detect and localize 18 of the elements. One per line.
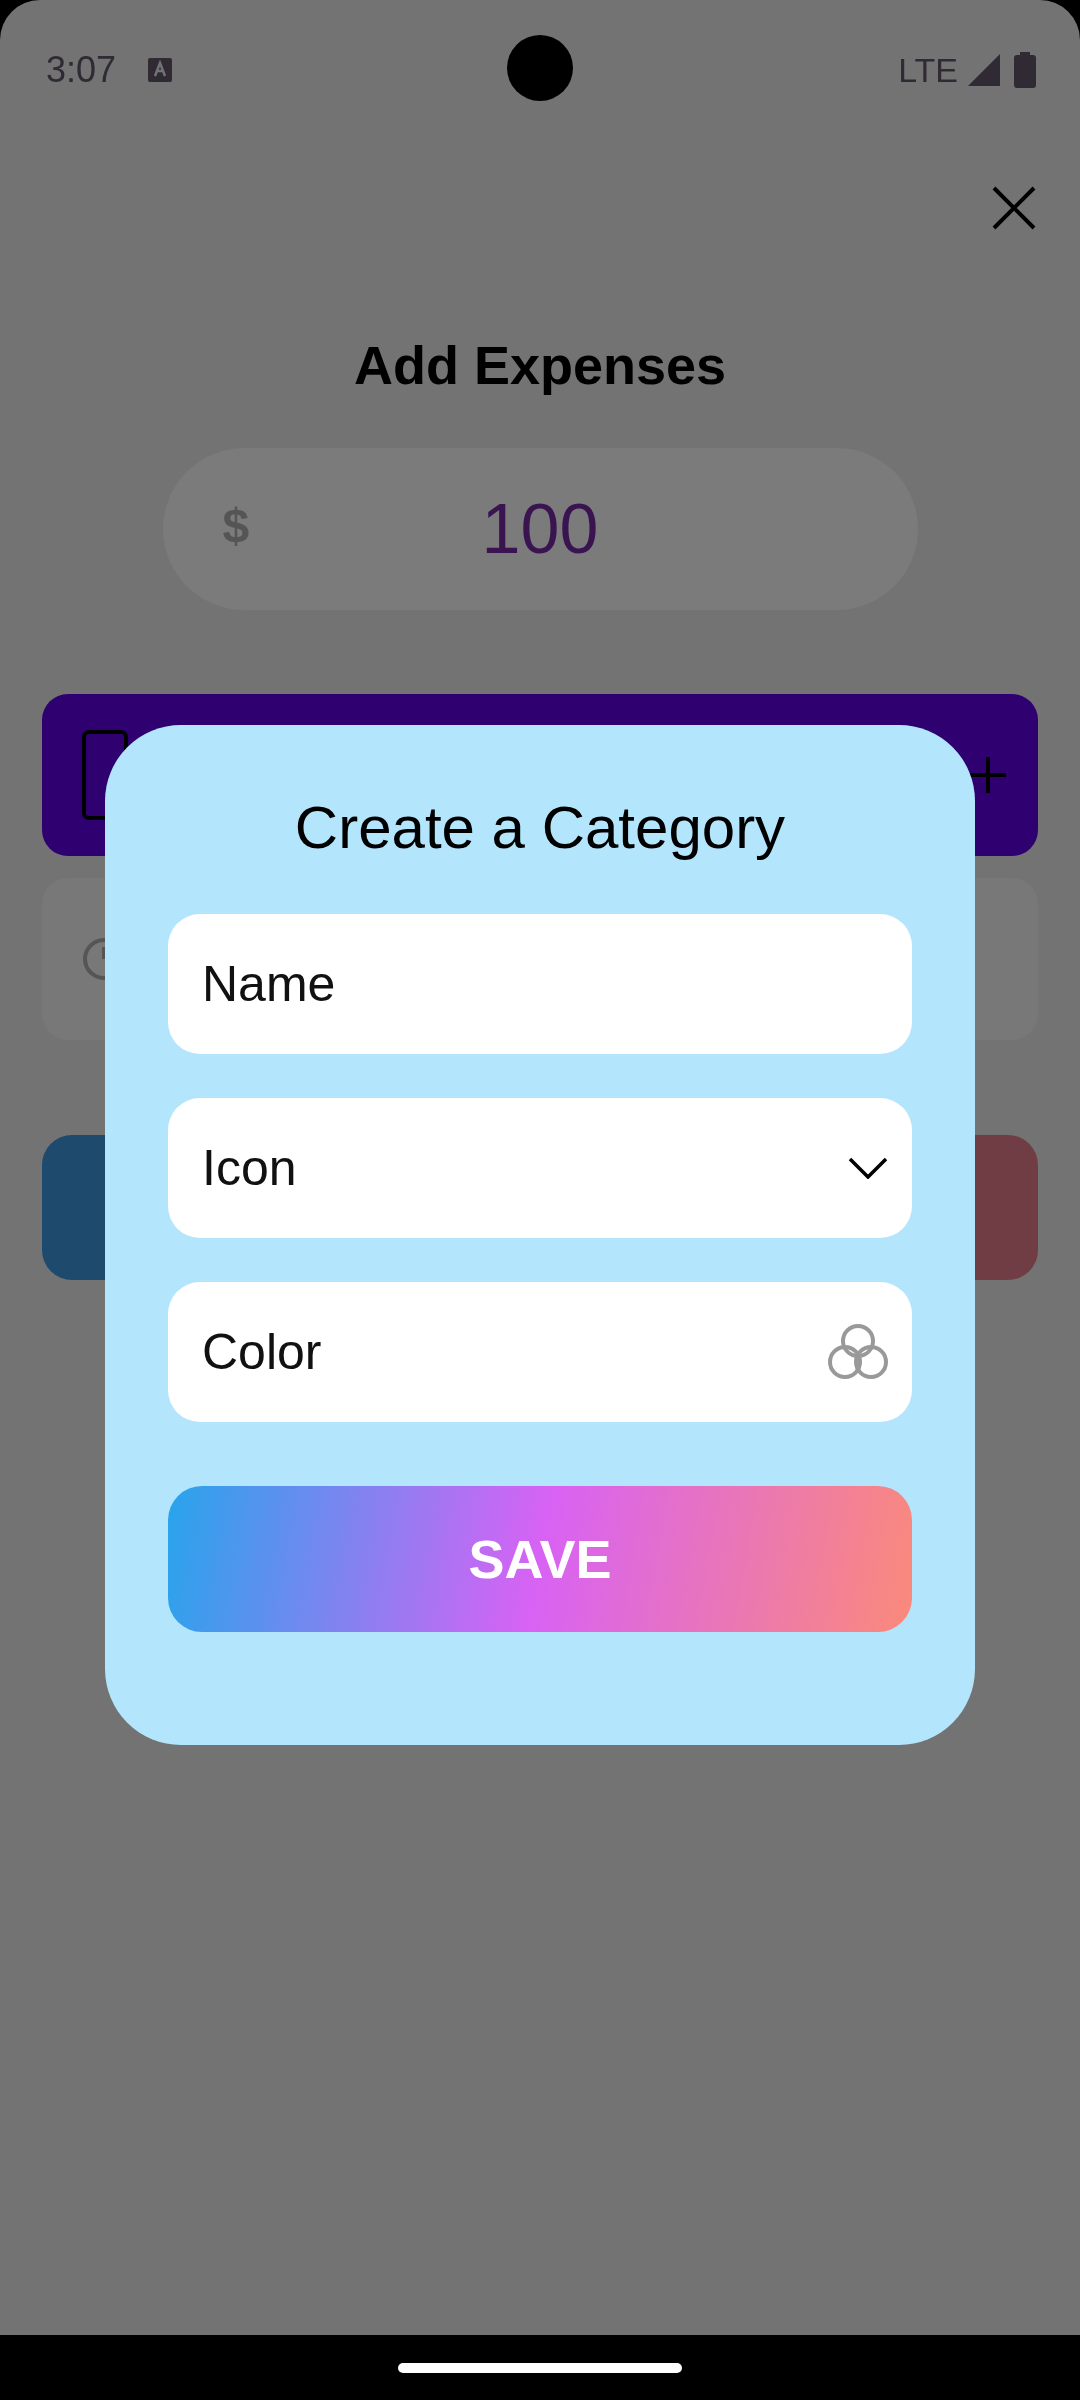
close-button[interactable] [990,184,1038,232]
color-field[interactable]: Color [168,1282,912,1422]
notification-icon [148,58,173,82]
status-time: 3:07 [46,49,117,91]
icon-dropdown[interactable]: Icon [168,1098,912,1238]
name-field[interactable]: Name [168,914,912,1054]
network-label: LTE [898,50,958,90]
battery-icon [1014,52,1036,88]
clock-icon [82,937,106,981]
screen-title: Add Expenses [353,334,727,397]
overlapping-circles-icon [828,1323,888,1381]
dialog-title: Create a Category [293,793,787,863]
save-button[interactable]: SAVE [168,1486,912,1632]
chevron-down-icon [848,1157,888,1179]
currency-label: $ [222,498,250,553]
home-handle[interactable] [398,2362,682,2373]
plus-icon [968,755,1008,795]
signal-icon [968,54,1000,86]
